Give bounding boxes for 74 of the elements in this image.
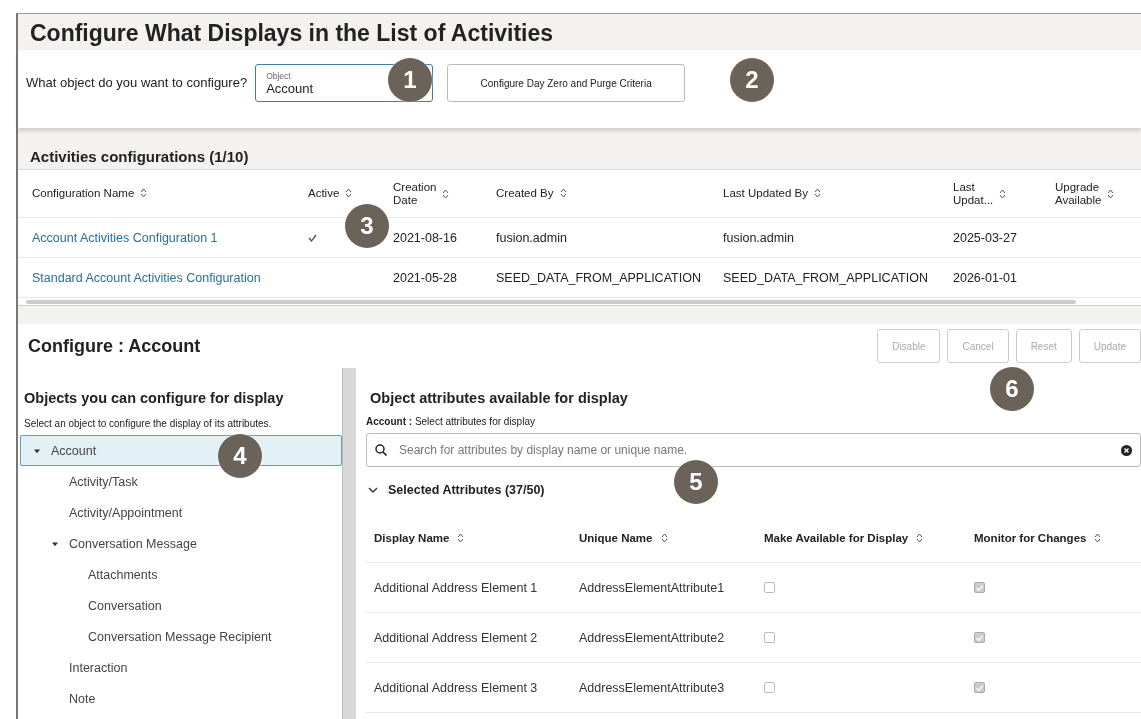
- clear-icon[interactable]: [1121, 444, 1132, 456]
- checkbox[interactable]: [764, 682, 775, 693]
- tree-item[interactable]: Conversation: [20, 590, 343, 621]
- search-input[interactable]: Search for attributes by display name or unique name.: [397, 442, 1111, 458]
- tree-item[interactable]: Conversation Message Recipient: [20, 621, 343, 652]
- column-header: Configuration Name: [32, 187, 135, 200]
- column-header: Make Available for Display: [764, 531, 909, 544]
- column-header: Monitor for Changes: [974, 531, 1087, 544]
- section-title: Activities configurations (1/10): [29, 146, 250, 167]
- checkbox[interactable]: [764, 582, 775, 593]
- field-value: Account: [266, 80, 314, 96]
- configuration-link[interactable]: Standard Account Activities Configuration: [32, 270, 261, 285]
- table-cell: fusion.admin: [723, 230, 794, 245]
- column-header: Creation Date: [393, 180, 437, 207]
- sort-icon[interactable]: [999, 188, 1007, 199]
- sort-icon[interactable]: [457, 532, 465, 543]
- table-cell: Additional Address Element 1: [374, 580, 538, 595]
- tree-item[interactable]: Activity/Appointment: [20, 497, 343, 528]
- sort-icon[interactable]: [1094, 532, 1102, 543]
- search-field[interactable]: Search for attributes by display name or unique name.: [366, 433, 1141, 467]
- check-icon: [976, 584, 983, 591]
- table-cell: AddressElementAttribute2: [579, 630, 725, 645]
- subtitle-text: Account : Select attributes for display: [366, 415, 535, 429]
- search-icon: [375, 444, 387, 456]
- sort-icon[interactable]: [1107, 188, 1115, 199]
- check-icon: [976, 634, 983, 641]
- table-cell: Additional Address Element 2: [374, 630, 538, 645]
- sort-icon[interactable]: [345, 188, 353, 199]
- page-title: Configure What Displays in the List of Activities: [29, 19, 555, 48]
- table-cell: SEED_DATA_FROM_APPLICATION: [496, 270, 701, 285]
- chevron-icon[interactable]: [368, 487, 378, 493]
- sort-icon[interactable]: [660, 532, 668, 543]
- sort-icon[interactable]: [442, 188, 450, 199]
- section-label: Selected Attributes (37/50): [388, 483, 545, 497]
- question-label: What object do you want to configure?: [26, 75, 248, 90]
- checkbox[interactable]: [764, 632, 775, 643]
- tree-item[interactable]: Conversation Message: [20, 528, 343, 559]
- table-cell: 2025-03-27: [953, 230, 1017, 245]
- checkbox[interactable]: [974, 682, 985, 693]
- column-header: Active: [308, 187, 340, 200]
- checkbox[interactable]: [974, 582, 985, 593]
- hint-text: Select an object to configure the display of its attributes.: [23, 417, 273, 431]
- tree-item[interactable]: Attachments: [20, 559, 343, 590]
- tree-item[interactable]: Note: [20, 683, 343, 714]
- field-label: Object: [266, 70, 292, 81]
- configuration-link[interactable]: Account Activities Configuration 1: [32, 230, 218, 245]
- table-cell: fusion.admin: [496, 230, 567, 245]
- check-icon: [976, 684, 983, 691]
- column-header: Upgrade Available: [1055, 180, 1102, 207]
- criteria-button[interactable]: Configure Day Zero and Purge Criteria: [447, 64, 686, 102]
- sort-icon[interactable]: [140, 188, 148, 199]
- table-cell: 2021-08-16: [393, 230, 457, 245]
- sort-icon[interactable]: [559, 188, 567, 199]
- column-header: Last Updat...: [953, 180, 994, 207]
- column-header: Display Name: [374, 531, 450, 544]
- checkbox[interactable]: [974, 632, 985, 643]
- column-header: Unique Name: [579, 531, 653, 544]
- tree-item[interactable]: Interaction: [20, 652, 343, 683]
- section-title: Configure : Account: [28, 335, 201, 357]
- column-header: Last Updated By: [723, 187, 809, 200]
- column-header: Created By: [496, 187, 554, 200]
- caret-icon[interactable]: [51, 540, 59, 547]
- table-cell: 2021-05-28: [393, 270, 457, 285]
- table-cell: SEED_DATA_FROM_APPLICATION: [723, 270, 928, 285]
- caret-icon[interactable]: [33, 447, 41, 454]
- pane-title: Object attributes available for display: [369, 390, 629, 406]
- sort-icon[interactable]: [916, 532, 924, 543]
- sort-icon[interactable]: [814, 188, 822, 199]
- pane-title: Objects you can configure for display: [23, 390, 285, 406]
- table-cell: 2026-01-01: [953, 270, 1017, 285]
- scrollbar[interactable]: [26, 299, 1076, 304]
- table-cell: AddressElementAttribute3: [579, 680, 725, 695]
- table-cell: AddressElementAttribute1: [579, 580, 725, 595]
- table-cell: Additional Address Element 3: [374, 680, 538, 695]
